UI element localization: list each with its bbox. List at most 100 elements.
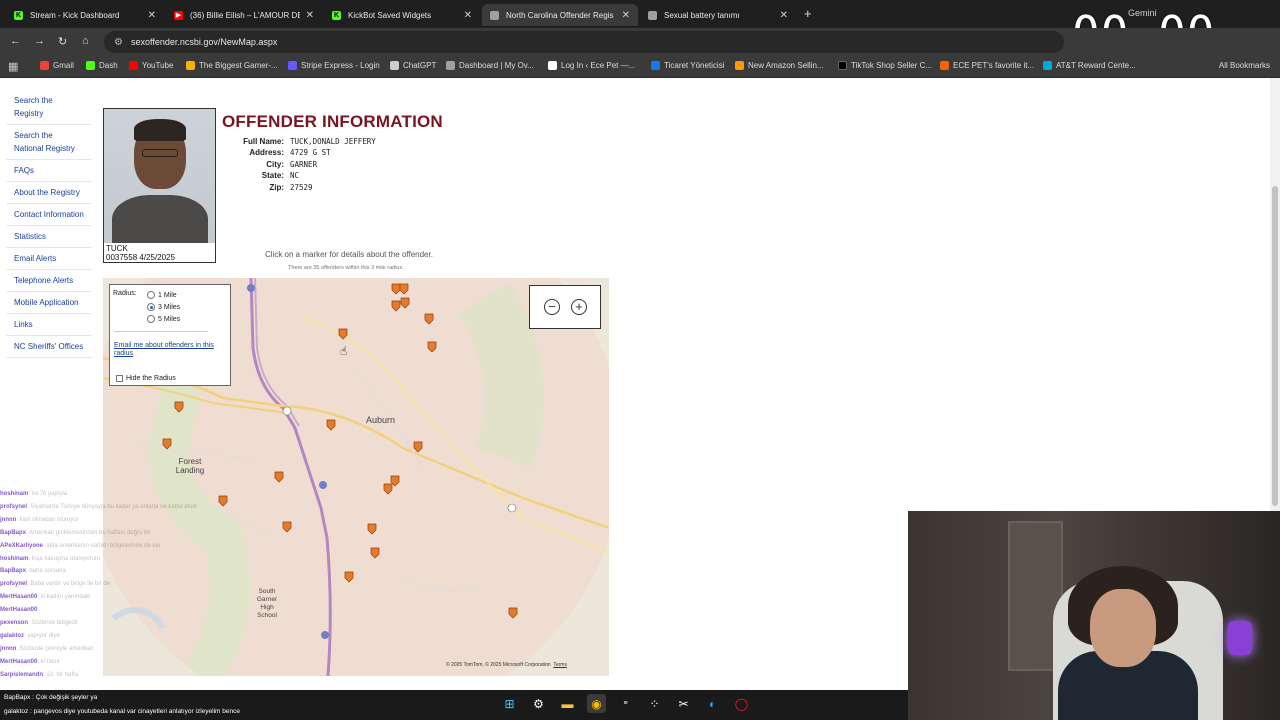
reload-icon[interactable]: ↻ [58, 35, 67, 48]
bookmark-ticaret[interactable]: Ticaret Yöneticisi [651, 61, 724, 70]
nav-links[interactable]: Links [6, 314, 92, 336]
youtube-icon [129, 61, 138, 70]
bookmark-att[interactable]: AT&T Reward Cente... [1043, 61, 1136, 70]
offender-photo: TUCK 0037558 4/25/2025 [103, 108, 216, 263]
address-row: Address: 4729 G ST [249, 148, 331, 158]
bookmark-ece-pet-login[interactable]: Log In ‹ Ece Pet —... [548, 61, 635, 70]
chat-line: MertHasan00: ki nasıl [0, 658, 60, 665]
tab-title: Stream - Kick Dashboard [30, 10, 120, 20]
apps-icon[interactable]: ▦ [8, 60, 18, 73]
state-row: State: NC [261, 171, 300, 181]
nav-search-registry[interactable]: Search the Registry [6, 90, 92, 125]
tab-kickbot[interactable]: K KickBot Saved Widgets ✕ [324, 4, 480, 26]
radio-3-miles[interactable] [147, 303, 155, 311]
chat-line: profsynel: Baba vardır ya belge ile bir … [0, 581, 111, 588]
mugshot-image [104, 109, 215, 243]
bookmark-dash[interactable]: Dash [86, 61, 118, 70]
address-bar: ← → ↻ ⌂ ⚙ sexoffender.ncsbi.gov/NewMap.a… [0, 28, 1280, 56]
chrome-icon[interactable]: ◉ [587, 694, 606, 713]
nav-nc-sheriffs-offices[interactable]: NC Sheriffs' Offices [6, 336, 92, 358]
url-text: sexoffender.ncsbi.gov/NewMap.aspx [130, 37, 278, 47]
tab-nc-offender-registry[interactable]: North Carolina Offender Regis ✕ [482, 4, 638, 26]
radius-1-mile[interactable]: 1 Mile [147, 291, 177, 299]
url-field[interactable]: ⚙ sexoffender.ncsbi.gov/NewMap.aspx [104, 31, 1064, 53]
amazon-icon [735, 61, 744, 70]
bookmark-biggest-gamer[interactable]: The Biggest Gamer-... [186, 61, 278, 70]
back-icon[interactable]: ← [10, 35, 21, 47]
close-icon[interactable]: ✕ [622, 10, 630, 21]
chat-latest-line-1: BapBapx : Çok değişik şeyler ya [4, 694, 98, 701]
nav-contact-information[interactable]: Contact Information [6, 204, 92, 226]
opera-icon[interactable]: ◯ [732, 694, 751, 713]
full-name-row: Full Name: TUCK,DONALD JEFFERY [243, 137, 376, 146]
tab-kick-dashboard[interactable]: K Stream - Kick Dashboard ✕ [6, 4, 164, 26]
tab-title: North Carolina Offender Regis [506, 10, 614, 20]
globe-icon [490, 10, 499, 20]
radius-3-miles[interactable]: 3 Miles [147, 303, 180, 311]
chat-line: jnnnn: kast olmadan oluruyor [0, 516, 79, 523]
close-icon[interactable]: ✕ [306, 10, 314, 21]
capcut-icon[interactable]: ✂ [674, 694, 693, 713]
windows-start-icon[interactable]: ⊞ [500, 694, 519, 713]
bookmark-tiktok[interactable]: TikTok Shop Seller C... [838, 61, 932, 70]
chat-line: profsynel: Siyahlarda Türkiye dünyayla b… [0, 503, 198, 510]
mouse-cursor-icon: ☝ [340, 344, 348, 358]
bookmark-gmail[interactable]: Gmail [40, 61, 74, 70]
bookmark-amazon[interactable]: New Amazon Sellin... [735, 61, 824, 70]
apps-grid-icon[interactable]: ⁘ [645, 694, 664, 713]
home-icon[interactable]: ⌂ [82, 35, 89, 47]
tab-youtube[interactable]: ▶ (36) Billie Eilish – L'AMOUR DE ✕ [166, 4, 322, 26]
app-icon[interactable]: ≡ [616, 694, 635, 713]
nav-about-registry[interactable]: About the Registry [6, 182, 92, 204]
city-row: City: GARNER [266, 159, 318, 169]
close-icon[interactable]: ✕ [464, 10, 472, 21]
chat-line: pexenson: Sözlerde bölgedir [0, 620, 79, 627]
email-alert-link[interactable]: Email me about offenders in this radius [114, 342, 224, 358]
nav-mobile-application[interactable]: Mobile Application [6, 292, 92, 314]
settings-icon[interactable]: ⚙ [529, 694, 548, 713]
scrollbar-thumb[interactable] [1272, 186, 1278, 506]
tab-sexual-battery[interactable]: Sexual battery tanımı ✕ [640, 4, 796, 26]
bookmarks-bar: ▦ Gmail Dash YouTube The Biggest Gamer-.… [0, 56, 1280, 78]
file-explorer-icon[interactable]: ▬ [558, 694, 577, 713]
app-blue-icon[interactable]: ◐ [703, 694, 722, 713]
zoom-out-button[interactable]: − [544, 299, 560, 315]
terms-link[interactable]: Terms [553, 662, 567, 668]
bookmark-stripe[interactable]: Stripe Express - Login [288, 61, 380, 70]
bookmark-youtube[interactable]: YouTube [129, 61, 173, 70]
stream-chat-overlay: hoshinam: sa 76 yapıyla profsynel: Siyah… [0, 488, 330, 682]
all-bookmarks-button[interactable]: All Bookmarks [1219, 61, 1270, 70]
bookmark-dashboard[interactable]: Dashboard | My Ov... [446, 61, 534, 70]
zoom-in-button[interactable]: + [571, 299, 587, 315]
nav-telephone-alerts[interactable]: Telephone Alerts [6, 270, 92, 292]
nav-search-national-registry[interactable]: Search the National Registry [6, 125, 92, 160]
map-hint: Click on a marker for details about the … [265, 250, 433, 259]
offender-count-note: There are 35 offenders within this 3 mil… [288, 265, 404, 271]
radio-1-mile[interactable] [147, 291, 155, 299]
youtube-icon: ▶ [174, 10, 183, 20]
nav-statistics[interactable]: Statistics [6, 226, 92, 248]
new-tab-button[interactable]: + [804, 6, 812, 21]
bookmark-etsy[interactable]: ECE PET's favorite it... [940, 61, 1034, 70]
divider [114, 331, 208, 332]
bookmark-icon [186, 61, 195, 70]
chatgpt-icon [390, 61, 399, 70]
zip-row: Zip: 27529 [269, 182, 313, 192]
close-icon[interactable]: ✕ [780, 10, 788, 21]
forward-icon[interactable]: → [34, 35, 45, 47]
radio-5-miles[interactable] [147, 315, 155, 323]
site-info-icon[interactable]: ⚙ [114, 37, 123, 48]
close-icon[interactable]: ✕ [148, 10, 156, 21]
nav-faqs[interactable]: FAQs [6, 160, 92, 182]
page-title: OFFENDER INFORMATION [222, 112, 443, 131]
bookmark-chatgpt[interactable]: ChatGPT [390, 61, 436, 70]
photo-caption: TUCK 0037558 4/25/2025 [106, 244, 175, 262]
kick-icon: K [332, 10, 341, 20]
hide-radius-option[interactable]: Hide the Radius [116, 375, 176, 382]
offender-details: Full Name: TUCK,DONALD JEFFERY Address: 47… [224, 136, 376, 193]
radius-5-miles[interactable]: 5 Miles [147, 315, 180, 323]
hide-radius-checkbox[interactable] [116, 375, 123, 382]
nav-email-alerts[interactable]: Email Alerts [6, 248, 92, 270]
chat-line: APeXKarliyone: abla amerikanın varlıklı … [0, 542, 161, 549]
tiktok-icon [838, 61, 847, 70]
